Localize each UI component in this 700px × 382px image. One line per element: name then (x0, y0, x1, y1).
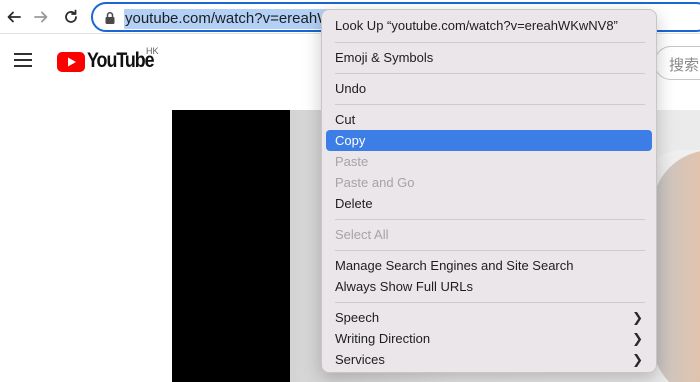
menu-item-emoji-symbols[interactable]: Emoji & Symbols (326, 47, 652, 68)
reload-button[interactable] (60, 6, 82, 28)
menu-item-writing-direction[interactable]: Writing Direction ❯ (326, 328, 652, 349)
menu-item-copy[interactable]: Copy (326, 130, 652, 151)
menu-item-paste-and-go: Paste and Go (335, 175, 415, 190)
menu-item-select-all: Select All (335, 227, 389, 242)
search-placeholder: 搜索 (669, 56, 700, 74)
menu-item-always-show-full-urls[interactable]: Always Show Full URLs (326, 276, 652, 297)
menu-separator (335, 250, 645, 251)
lock-icon[interactable] (103, 11, 117, 25)
context-menu: Look Up “youtube.com/watch?v=ereahWKwNV8… (321, 9, 657, 373)
menu-separator (335, 73, 645, 74)
menu-item-paste: Paste (335, 154, 369, 169)
menu-item-manage-search-engines[interactable]: Manage Search Engines and Site Search (326, 255, 652, 276)
menu-item-speech[interactable]: Speech ❯ (326, 307, 652, 328)
menu-separator (335, 104, 645, 105)
menu-icon[interactable] (14, 53, 34, 69)
search-input[interactable]: 搜索 (654, 46, 700, 80)
menu-item-delete[interactable]: Delete (326, 193, 652, 214)
chevron-right-icon: ❯ (632, 352, 643, 367)
menu-separator (335, 219, 645, 220)
menu-separator (335, 42, 645, 43)
back-button[interactable] (3, 6, 25, 28)
youtube-wordmark[interactable]: YouTube (87, 49, 155, 73)
video-subject-face (652, 150, 700, 382)
menu-item-cut[interactable]: Cut (326, 109, 652, 130)
forward-button[interactable] (30, 6, 52, 28)
menu-item-label: Writing Direction (335, 331, 431, 346)
chevron-right-icon: ❯ (632, 310, 643, 325)
video-frame-dark (172, 110, 290, 382)
menu-item-undo[interactable]: Undo (326, 78, 652, 99)
menu-item-look-up[interactable]: Look Up “youtube.com/watch?v=ereahWKwNV8… (326, 15, 652, 36)
arrow-left-icon (7, 11, 21, 23)
region-label: HK (146, 46, 159, 56)
menu-item-label: Services (335, 352, 385, 367)
arrow-right-icon (34, 11, 48, 23)
menu-item-label: Speech (335, 310, 380, 325)
youtube-logo-icon[interactable] (57, 52, 85, 72)
menu-item-services[interactable]: Services ❯ (326, 349, 652, 370)
chevron-right-icon: ❯ (632, 331, 643, 346)
menu-separator (335, 302, 645, 303)
reload-icon (65, 9, 77, 23)
url-text[interactable]: youtube.com/watch?v=ereahWK (124, 9, 343, 29)
